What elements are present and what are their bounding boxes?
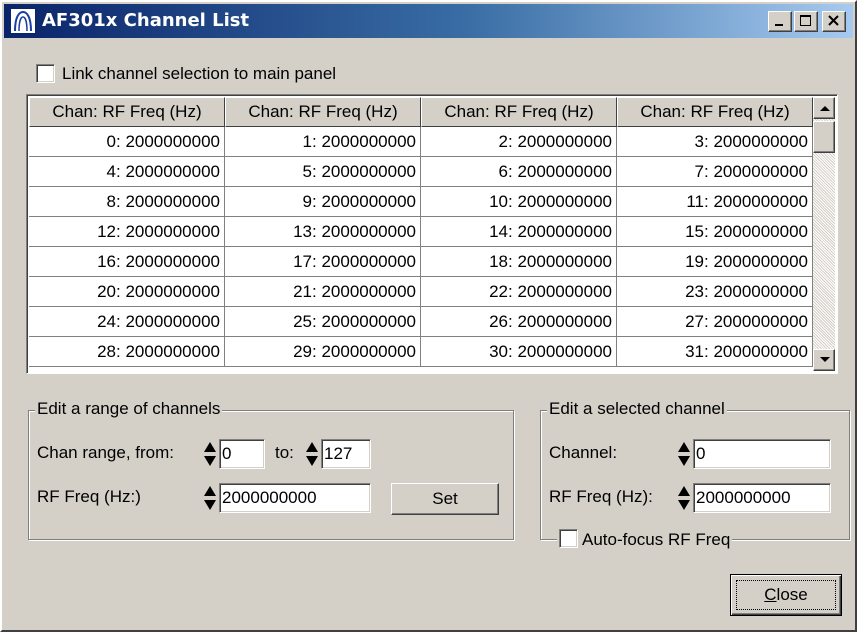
scroll-up-icon xyxy=(820,106,830,111)
range-to-label: to: xyxy=(275,443,294,462)
channel-cell[interactable]: 23: 2000000000 xyxy=(617,277,813,307)
column-header[interactable]: Chan: RF Freq (Hz) xyxy=(617,97,813,127)
range-group-title: Edit a range of channels xyxy=(35,399,223,419)
spin-icon xyxy=(678,486,690,510)
window-title: AF301x Channel List xyxy=(42,10,250,31)
maximize-button[interactable] xyxy=(794,11,818,32)
channel-cell[interactable]: 16: 2000000000 xyxy=(29,247,225,277)
selected-group-title: Edit a selected channel xyxy=(547,399,727,419)
column-header[interactable]: Chan: RF Freq (Hz) xyxy=(29,97,225,127)
channel-cell[interactable]: 10: 2000000000 xyxy=(421,187,617,217)
close-accelerator: C xyxy=(764,585,777,604)
app-icon[interactable] xyxy=(10,8,36,34)
channel-cell[interactable]: 27: 2000000000 xyxy=(617,307,813,337)
channel-cell[interactable]: 18: 2000000000 xyxy=(421,247,617,277)
spin-icon xyxy=(204,486,216,510)
range-from-input[interactable]: 0 xyxy=(219,439,265,469)
channel-cell[interactable]: 20: 2000000000 xyxy=(29,277,225,307)
channel-spin-button[interactable] xyxy=(677,439,691,469)
close-window-button[interactable] xyxy=(822,11,846,32)
channel-cell[interactable]: 19: 2000000000 xyxy=(617,247,813,277)
channel-cell[interactable]: 6: 2000000000 xyxy=(421,157,617,187)
minimize-icon xyxy=(775,24,783,26)
autofocus-label: Auto-focus RF Freq xyxy=(582,530,731,549)
link-selection-label: Link channel selection to main panel xyxy=(62,64,337,83)
range-freq-input[interactable]: 2000000000 xyxy=(219,483,371,513)
table-row: 0: 2000000000 1: 2000000000 2: 2000000000 3… xyxy=(29,127,813,157)
range-from-label: Chan range, from: xyxy=(37,443,175,462)
column-header[interactable]: Chan: RF Freq (Hz) xyxy=(225,97,421,127)
channel-grid-body: Chan: RF Freq (Hz) Chan: RF Freq (Hz) Ch… xyxy=(29,97,813,371)
to-spin-button[interactable] xyxy=(305,439,319,469)
channel-cell[interactable]: 14: 2000000000 xyxy=(421,217,617,247)
channel-cell[interactable]: 8: 2000000000 xyxy=(29,187,225,217)
scroll-thumb[interactable] xyxy=(813,121,835,153)
channel-list-window: AF301x Channel List Link channel selecti… xyxy=(0,0,857,632)
selected-channel-group: Edit a selected channel Channel: 0 RF Fr… xyxy=(540,399,850,550)
close-label-rest: lose xyxy=(776,585,808,604)
scroll-up-button[interactable] xyxy=(813,97,835,119)
selected-freq-label: RF Freq (Hz): xyxy=(549,487,653,506)
column-header[interactable]: Chan: RF Freq (Hz) xyxy=(421,97,617,127)
selected-freq-spin-button[interactable] xyxy=(677,483,691,513)
spin-icon xyxy=(678,442,690,466)
channel-input[interactable]: 0 xyxy=(693,439,831,469)
channel-label: Channel: xyxy=(549,443,618,462)
range-to-input[interactable]: 127 xyxy=(321,439,371,469)
link-selection-checkbox[interactable] xyxy=(36,64,55,83)
scroll-down-button[interactable] xyxy=(813,349,835,371)
channel-cell[interactable]: 4: 2000000000 xyxy=(29,157,225,187)
grid-header-row: Chan: RF Freq (Hz) Chan: RF Freq (Hz) Ch… xyxy=(29,97,813,127)
spin-icon xyxy=(204,442,216,466)
channel-cell[interactable]: 30: 2000000000 xyxy=(421,337,617,367)
channel-cell[interactable]: 24: 2000000000 xyxy=(29,307,225,337)
table-row: 8: 2000000000 9: 2000000000 10: 2000000000… xyxy=(29,187,813,217)
selected-freq-input[interactable]: 2000000000 xyxy=(693,483,831,513)
channel-cell[interactable]: 9: 2000000000 xyxy=(225,187,421,217)
set-button-label: Set xyxy=(432,489,458,508)
channel-cell[interactable]: 0: 2000000000 xyxy=(29,127,225,157)
spin-icon xyxy=(306,442,318,466)
channel-cell[interactable]: 22: 2000000000 xyxy=(421,277,617,307)
range-freq-spin-button[interactable] xyxy=(203,483,217,513)
table-row: 28: 2000000000 29: 2000000000 30: 20000000… xyxy=(29,337,813,367)
grid-scrollbar[interactable] xyxy=(813,97,835,371)
autofocus-row: Auto-focus RF Freq xyxy=(557,529,733,550)
table-row: 16: 2000000000 17: 2000000000 18: 20000000… xyxy=(29,247,813,277)
channel-cell[interactable]: 21: 2000000000 xyxy=(225,277,421,307)
channel-cell[interactable]: 5: 2000000000 xyxy=(225,157,421,187)
close-icon xyxy=(828,15,839,26)
maximize-icon xyxy=(800,15,811,26)
channel-cell[interactable]: 1: 2000000000 xyxy=(225,127,421,157)
channel-cell[interactable]: 29: 2000000000 xyxy=(225,337,421,367)
table-row: 4: 2000000000 5: 2000000000 6: 2000000000 7… xyxy=(29,157,813,187)
channel-grid[interactable]: Chan: RF Freq (Hz) Chan: RF Freq (Hz) Ch… xyxy=(26,94,838,374)
channel-cell[interactable]: 7: 2000000000 xyxy=(617,157,813,187)
from-spin-button[interactable] xyxy=(203,439,217,469)
channel-cell[interactable]: 2: 2000000000 xyxy=(421,127,617,157)
table-row: 12: 2000000000 13: 2000000000 14: 20000000… xyxy=(29,217,813,247)
close-button[interactable]: Close xyxy=(730,574,842,616)
set-button[interactable]: Set xyxy=(391,483,499,515)
channel-cell[interactable]: 3: 2000000000 xyxy=(617,127,813,157)
channel-cell[interactable]: 13: 2000000000 xyxy=(225,217,421,247)
title-bar[interactable]: AF301x Channel List xyxy=(4,4,853,38)
scroll-down-icon xyxy=(820,357,830,362)
range-freq-label: RF Freq (Hz:) xyxy=(37,487,141,506)
range-group: Edit a range of channels Chan range, fro… xyxy=(28,399,514,540)
channel-cell[interactable]: 26: 2000000000 xyxy=(421,307,617,337)
channel-cell[interactable]: 17: 2000000000 xyxy=(225,247,421,277)
channel-cell[interactable]: 28: 2000000000 xyxy=(29,337,225,367)
minimize-button[interactable] xyxy=(768,11,792,32)
table-row: 24: 2000000000 25: 2000000000 26: 20000000… xyxy=(29,307,813,337)
channel-cell[interactable]: 12: 2000000000 xyxy=(29,217,225,247)
table-row: 20: 2000000000 21: 2000000000 22: 20000000… xyxy=(29,277,813,307)
channel-cell[interactable]: 11: 2000000000 xyxy=(617,187,813,217)
channel-cell[interactable]: 15: 2000000000 xyxy=(617,217,813,247)
channel-cell[interactable]: 31: 2000000000 xyxy=(617,337,813,367)
close-button-label: Close xyxy=(764,585,807,604)
channel-cell[interactable]: 25: 2000000000 xyxy=(225,307,421,337)
autofocus-checkbox[interactable] xyxy=(559,529,578,548)
